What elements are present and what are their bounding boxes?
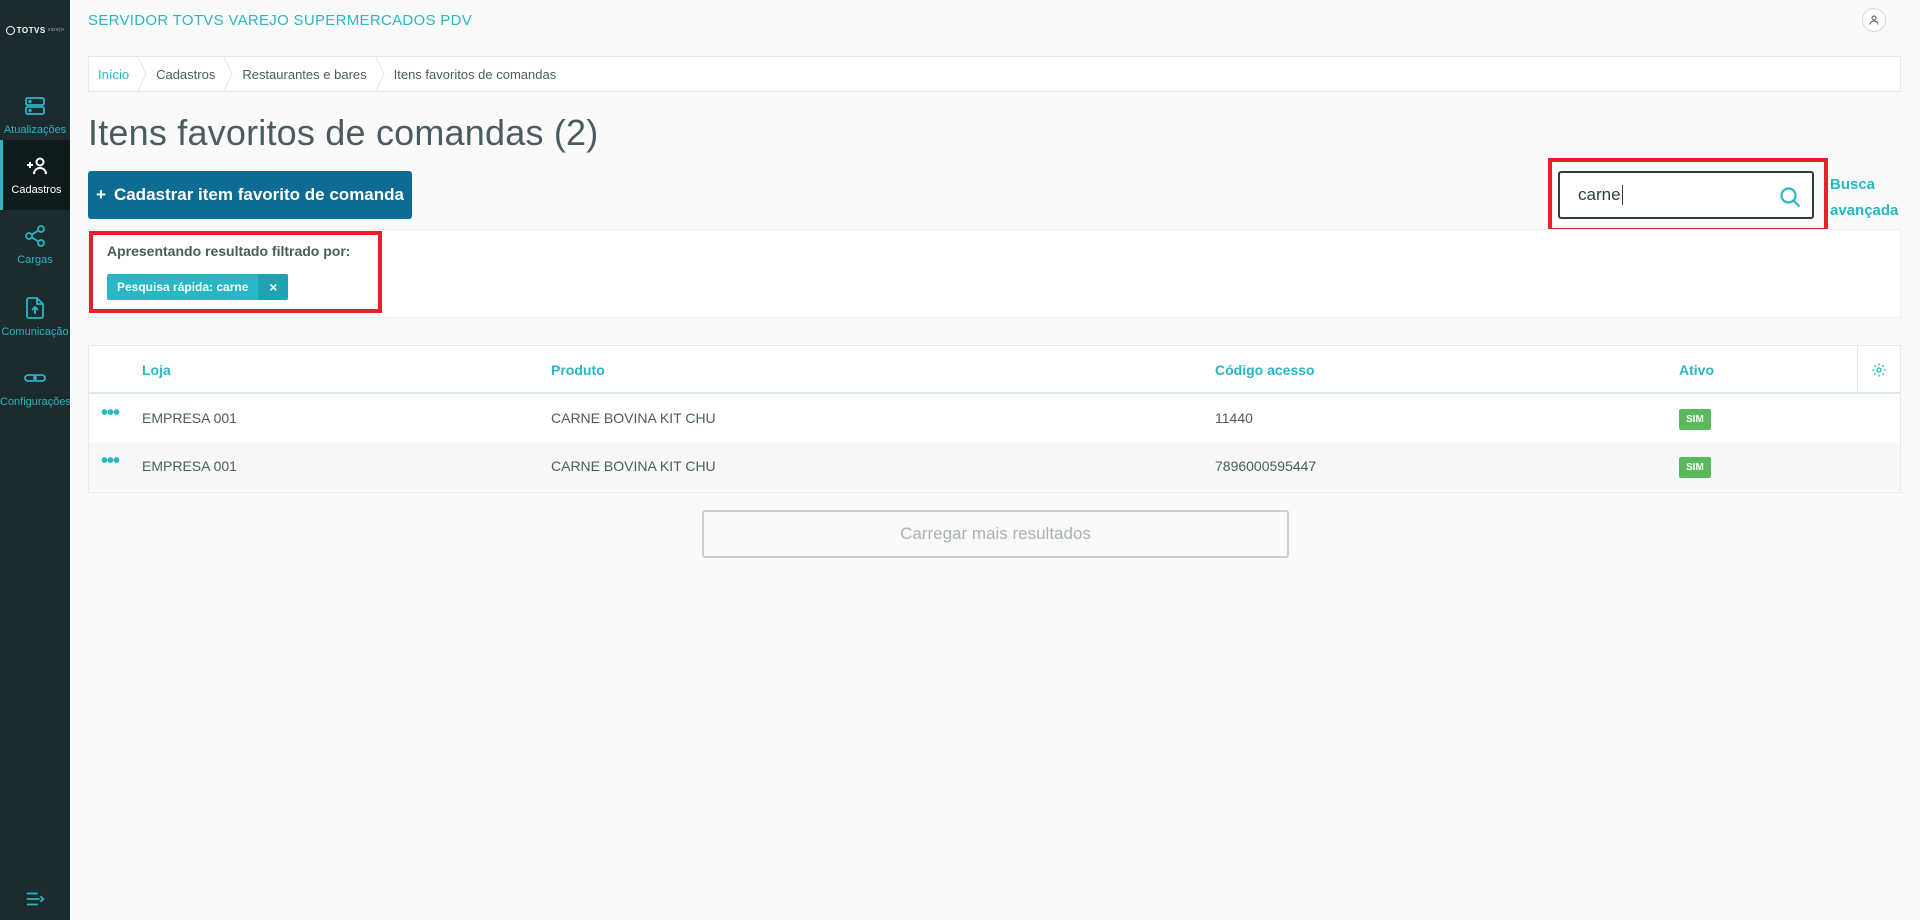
results-table: Loja Produto Código acesso Ativo ••• EMP… (88, 345, 1901, 493)
upload-file-icon (26, 297, 44, 319)
table-row: ••• EMPRESA 001 CARNE BOVINA KIT CHU 789… (89, 443, 1900, 491)
user-icon (1869, 15, 1879, 25)
server-icon (25, 97, 45, 115)
add-user-icon (26, 157, 47, 175)
sidebar-item-cadastros[interactable]: Cadastros (0, 140, 70, 210)
search-input[interactable]: carne (1558, 171, 1814, 219)
close-icon[interactable]: × (258, 274, 289, 300)
breadcrumb-separator-icon (223, 57, 233, 91)
text-caret (1621, 185, 1623, 205)
search-icon[interactable] (1778, 185, 1802, 209)
column-header-ativo[interactable]: Ativo (1679, 362, 1714, 378)
advanced-search-label-1: Busca (1830, 176, 1876, 193)
table-row: ••• EMPRESA 001 CARNE BOVINA KIT CHU 114… (89, 395, 1900, 443)
breadcrumb-item-inicio[interactable]: Início (89, 57, 147, 91)
load-more-button[interactable]: Carregar mais resultados (702, 510, 1289, 558)
cell-codigo-acesso: 7896000595447 (1215, 458, 1317, 474)
share-nodes-icon (25, 225, 45, 247)
cell-produto: CARNE BOVINA KIT CHU (551, 410, 716, 426)
sidebar-item-label: Cadastros (11, 184, 62, 196)
column-header-codigo-acesso[interactable]: Código acesso (1215, 362, 1315, 378)
breadcrumb-item-current: Itens favoritos de comandas (393, 66, 557, 82)
gear-icon (1872, 363, 1886, 377)
sidebar-item-label: Cargas (17, 254, 53, 266)
filter-chip-label: Pesquisa rápida: carne (117, 280, 249, 294)
cell-codigo-acesso: 11440 (1215, 410, 1253, 426)
sidebar-item-label: Configurações (0, 396, 70, 408)
breadcrumb: Início Cadastros Restaurantes e bares It… (88, 56, 1901, 92)
add-favorite-item-button[interactable]: + Cadastrar item favorito de comanda (88, 171, 412, 219)
table-header: Loja Produto Código acesso Ativo (89, 346, 1900, 394)
sidebar-item-label: Comunicação (1, 326, 69, 338)
row-actions-button[interactable]: ••• (101, 403, 123, 427)
totvs-logo: TOTVS varejo (0, 0, 70, 60)
filter-label: Apresentando resultado filtrado por: (107, 243, 351, 259)
filter-chip: Pesquisa rápida: carne × (107, 274, 289, 300)
cell-loja: EMPRESA 001 (142, 458, 237, 474)
advanced-search-link[interactable]: Busca avançada (1830, 172, 1898, 224)
table-settings-button[interactable] (1857, 346, 1900, 394)
breadcrumb-separator-icon (375, 57, 385, 91)
link-icon (24, 374, 46, 382)
sidebar-item-cargas[interactable]: Cargas (0, 210, 70, 280)
search-value: carne (1578, 185, 1621, 204)
sidebar-item-configuracoes[interactable]: Configurações (0, 352, 70, 422)
row-actions-button[interactable]: ••• (101, 451, 123, 475)
page-title: Itens favoritos de comandas (2) (88, 112, 599, 153)
column-header-loja[interactable]: Loja (142, 362, 171, 378)
cell-loja: EMPRESA 001 (142, 410, 237, 426)
add-favorite-item-label: Cadastrar item favorito de comanda (113, 185, 404, 204)
breadcrumb-item-cadastros[interactable]: Cadastros (147, 57, 233, 91)
avatar[interactable] (1862, 8, 1886, 32)
sidebar-item-label: Atualizações (3, 124, 67, 136)
breadcrumb-item-restaurantes[interactable]: Restaurantes e bares (233, 57, 385, 91)
collapse-menu-icon (26, 892, 45, 906)
app-title: SERVIDOR TOTVS VAREJO SUPERMERCADOS PDV (88, 12, 473, 29)
sidebar-item-comunicacao[interactable]: Comunicação (0, 282, 70, 352)
plus-icon: + (96, 185, 106, 204)
cell-produto: CARNE BOVINA KIT CHU (551, 458, 716, 474)
status-badge: SIM (1679, 457, 1711, 478)
advanced-search-label-2: avançada (1830, 202, 1899, 219)
breadcrumb-separator-icon (137, 57, 147, 91)
status-badge: SIM (1679, 409, 1711, 430)
column-header-produto[interactable]: Produto (551, 362, 605, 378)
collapse-menu-button[interactable] (24, 888, 46, 910)
sidebar: TOTVS varejo Atualizações Cadastros Carga… (0, 0, 70, 920)
